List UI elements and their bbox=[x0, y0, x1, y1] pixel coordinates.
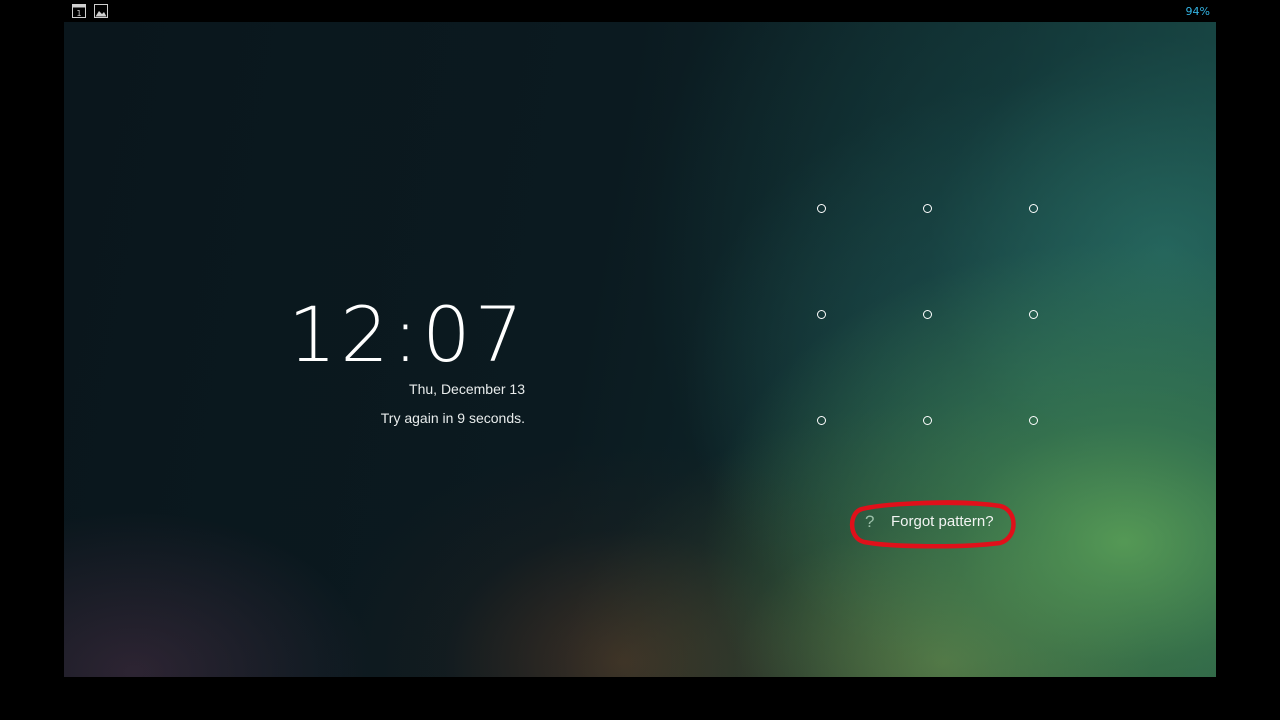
forgot-pattern-button[interactable]: ? Forgot pattern? bbox=[849, 500, 1016, 549]
calendar-icon-digit: 1 bbox=[76, 9, 81, 18]
pattern-dot-2[interactable] bbox=[923, 204, 932, 213]
lockout-message: Try again in 9 seconds. bbox=[380, 410, 525, 426]
date-label: Thu, December 13 bbox=[409, 381, 525, 397]
calendar-icon: 1 bbox=[72, 4, 86, 18]
pattern-dot-8[interactable] bbox=[923, 416, 932, 425]
pattern-dot-7[interactable] bbox=[817, 416, 826, 425]
battery-percentage: 94% bbox=[1185, 5, 1210, 18]
device-frame: 1 94% 12:07 Thu, December 13 Try again i… bbox=[0, 0, 1280, 720]
status-bar: 1 94% bbox=[64, 0, 1216, 24]
gallery-image-icon bbox=[94, 4, 108, 18]
forgot-pattern-label: Forgot pattern? bbox=[891, 513, 994, 530]
pattern-dot-4[interactable] bbox=[817, 310, 826, 319]
clock-time: 12:07 bbox=[287, 290, 527, 379]
pattern-dot-9[interactable] bbox=[1029, 416, 1038, 425]
lock-screen: 12:07 Thu, December 13 Try again in 9 se… bbox=[64, 22, 1216, 677]
pattern-dot-5[interactable] bbox=[923, 310, 932, 319]
question-mark-icon: ? bbox=[865, 512, 875, 531]
pattern-dot-6[interactable] bbox=[1029, 310, 1038, 319]
pattern-dot-3[interactable] bbox=[1029, 204, 1038, 213]
pattern-dot-1[interactable] bbox=[817, 204, 826, 213]
